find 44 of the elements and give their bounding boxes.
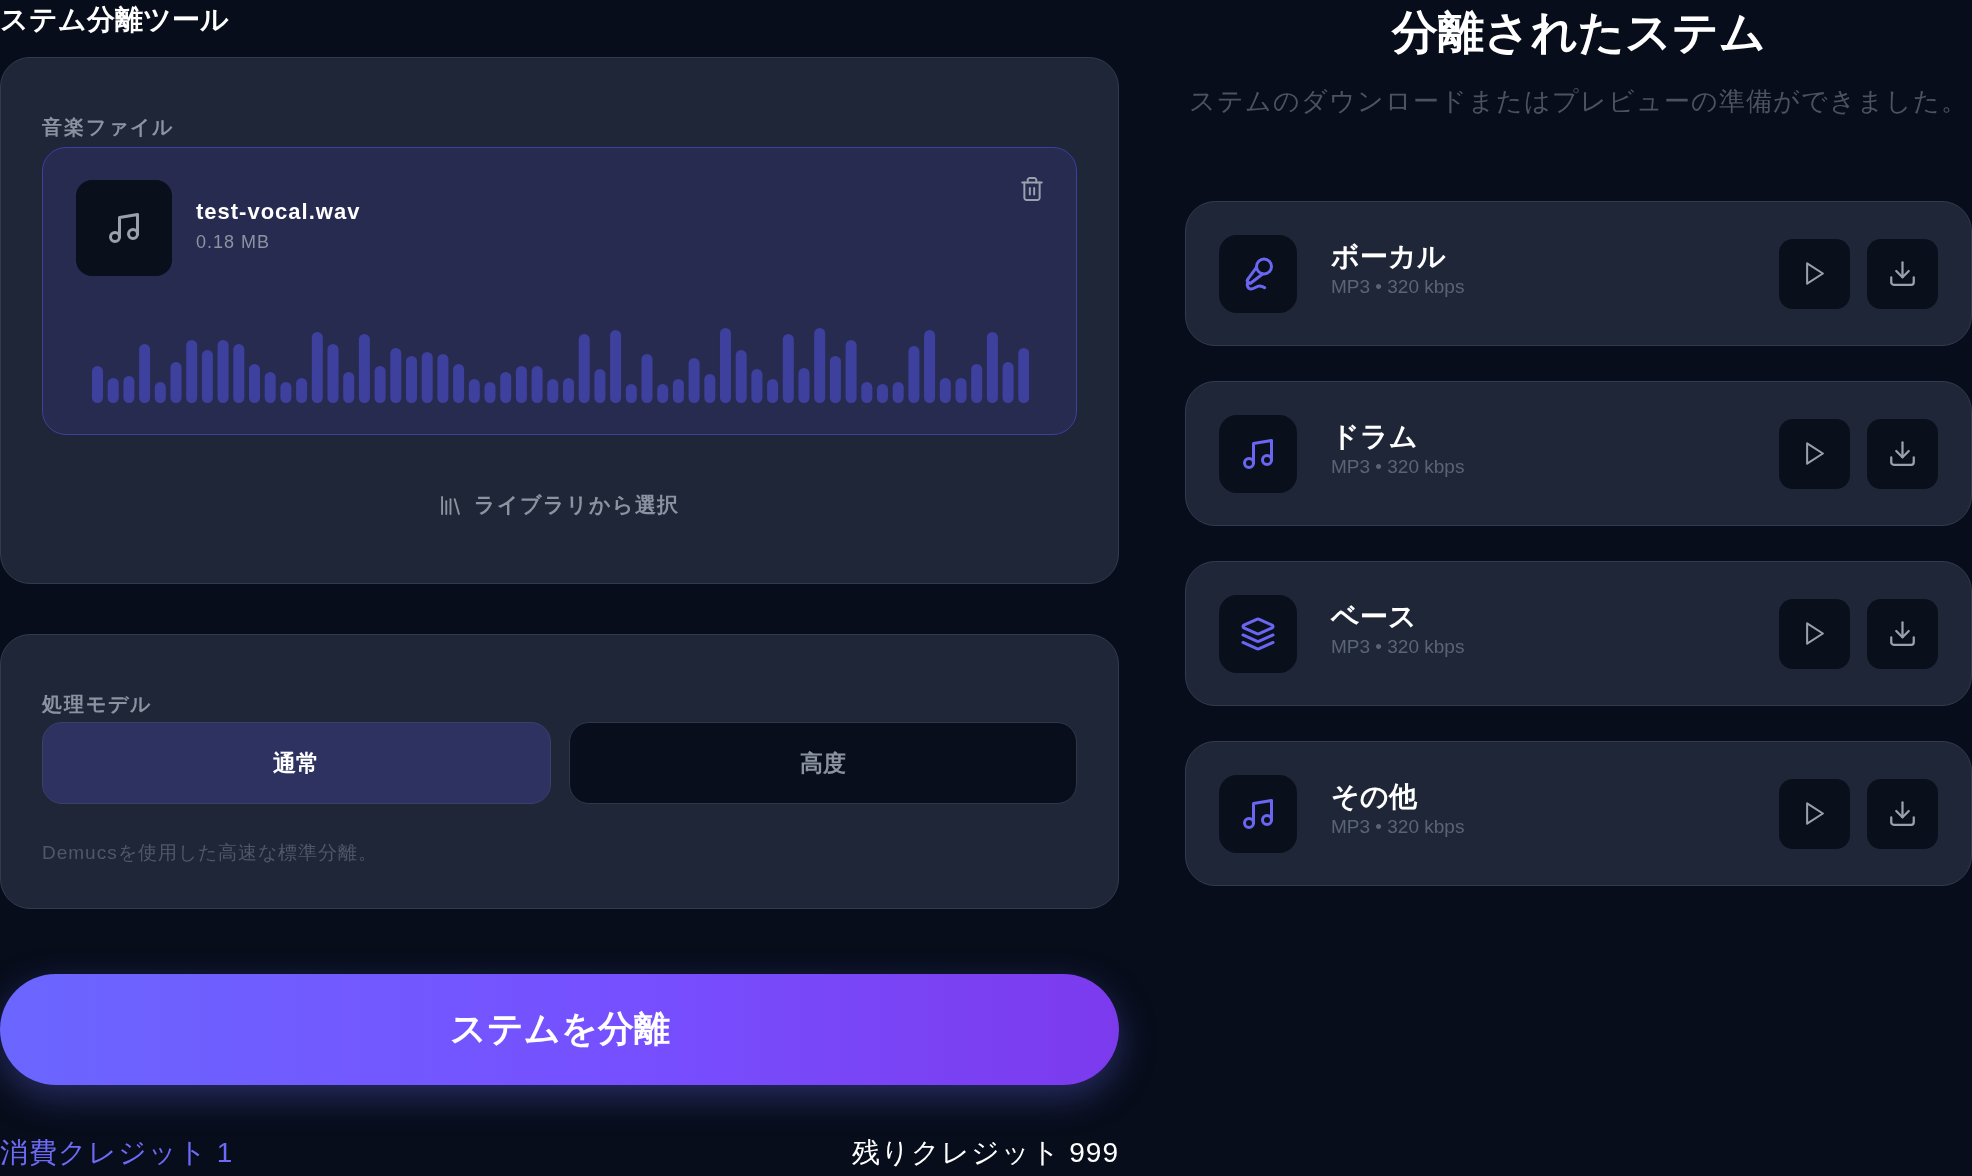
download-button[interactable] <box>1867 778 1938 849</box>
play-button[interactable] <box>1779 418 1850 489</box>
trash-icon[interactable] <box>1021 177 1043 201</box>
results-subtitle: ステムのダウンロードまたはプレビューの準備ができました。 <box>1189 85 1968 118</box>
music-note-icon <box>76 180 172 276</box>
play-icon <box>1805 622 1824 645</box>
library-icon <box>440 495 460 515</box>
download-button[interactable] <box>1867 238 1938 309</box>
file-name: test-vocal.wav <box>196 198 361 226</box>
stem-name: その他 <box>1331 779 1417 814</box>
download-button[interactable] <box>1867 598 1938 669</box>
credits-cost: 消費クレジット 1 <box>0 1136 234 1170</box>
model-option[interactable]: 高度 <box>568 722 1077 804</box>
play-icon <box>1805 442 1824 465</box>
stem-format: MP3 • 320 kbps <box>1331 814 1465 839</box>
download-icon <box>1890 801 1915 826</box>
stem-name: ボーカル <box>1331 239 1446 274</box>
model-option[interactable]: 通常 <box>42 722 551 804</box>
play-button[interactable] <box>1779 598 1850 669</box>
music-note-icon <box>1219 414 1297 493</box>
stem-name: ベース <box>1331 599 1417 634</box>
section-label: 処理モデル <box>42 692 152 716</box>
play-icon <box>1805 262 1824 285</box>
download-icon <box>1890 621 1915 646</box>
stem-format: MP3 • 320 kbps <box>1331 634 1465 659</box>
section-label: 音楽ファイル <box>42 115 174 139</box>
download-icon <box>1890 441 1915 466</box>
credits-remaining: 残りクレジット 999 <box>851 1136 1119 1170</box>
music-note-icon <box>1219 774 1297 853</box>
separate-button[interactable]: ステムを分離 <box>0 974 1119 1085</box>
play-icon <box>1805 802 1824 825</box>
library-button[interactable]: ライブラリから選択 <box>436 483 683 527</box>
stem-name: ドラム <box>1331 419 1418 454</box>
tool-title: ステム分離ツール <box>0 3 229 37</box>
download-button[interactable] <box>1867 418 1938 489</box>
play-button[interactable] <box>1779 238 1850 309</box>
results-title: 分離されたステム <box>1391 5 1766 60</box>
file-size: 0.18 MB <box>196 231 271 254</box>
stem-format: MP3 • 320 kbps <box>1331 274 1465 299</box>
microphone-icon <box>1219 234 1297 313</box>
layers-icon <box>1219 594 1297 673</box>
stem-format: MP3 • 320 kbps <box>1331 454 1465 479</box>
play-button[interactable] <box>1779 778 1850 849</box>
download-icon <box>1890 261 1915 286</box>
